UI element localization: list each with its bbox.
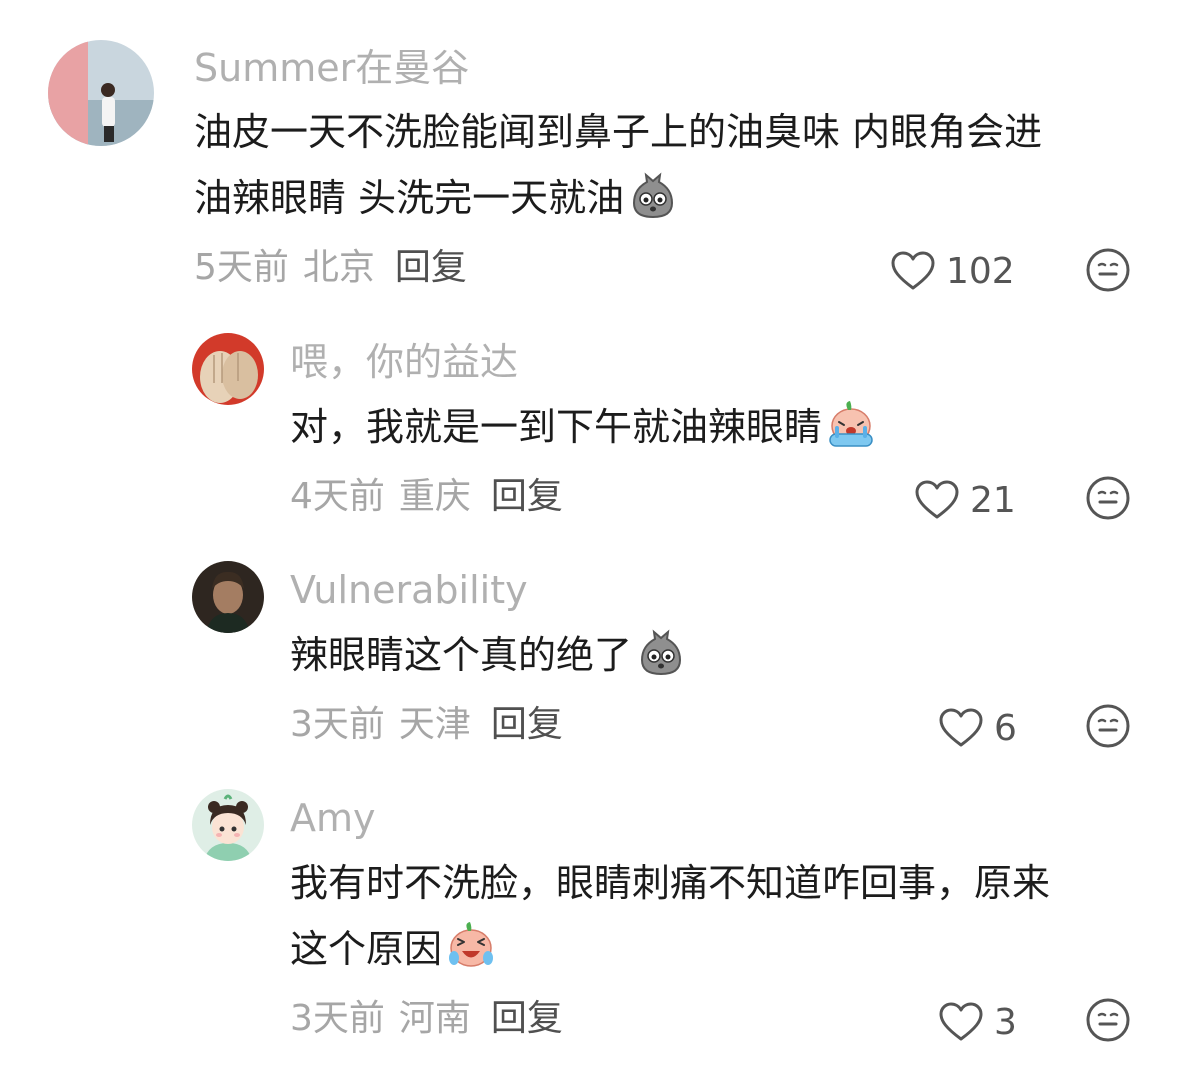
location: 重庆 [398, 476, 471, 517]
location: 天津 [398, 704, 471, 745]
heart-icon [938, 1001, 984, 1043]
meh-face-icon [1086, 704, 1130, 748]
comment-text-line: 这个原因 [290, 916, 1050, 982]
meh-face-icon [1086, 476, 1130, 520]
timestamp: 4天前 [290, 476, 385, 517]
dislike-button[interactable] [1085, 703, 1131, 749]
username[interactable]: Vulnerability [290, 565, 528, 615]
username[interactable]: Amy [290, 793, 376, 843]
sack-face-emoji [634, 624, 688, 678]
timestamp: 3天前 [290, 704, 385, 745]
reply-button[interactable]: 回复 [491, 998, 563, 1039]
dislike-button[interactable] [1085, 997, 1131, 1043]
comment-text: 油皮一天不洗脸能闻到鼻子上的油臭味 内眼角会进 油辣眼睛 头洗完一天就油 [194, 99, 1042, 231]
avatar[interactable] [192, 333, 264, 405]
comment-thread: Summer在曼谷 油皮一天不洗脸能闻到鼻子上的油臭味 内眼角会进 油辣眼睛 头… [0, 0, 1179, 1071]
laughing-tears-peach-emoji [444, 918, 498, 972]
comment-text-segment: 油辣眼睛 头洗完一天就油 [194, 176, 625, 220]
dislike-button[interactable] [1085, 475, 1131, 521]
like-count: 102 [946, 250, 1015, 292]
timestamp: 5天前 [194, 247, 289, 288]
like-count: 3 [994, 1001, 1017, 1043]
heart-icon [890, 250, 936, 292]
like-button[interactable]: 21 [914, 475, 1016, 525]
heart-icon [914, 479, 960, 521]
comment-text: 我有时不洗脸，眼睛刺痛不知道咋回事，原来 这个原因 [290, 850, 1050, 982]
sack-face-emoji [626, 167, 680, 221]
comment-text: 辣眼睛这个真的绝了 [290, 622, 688, 688]
like-button[interactable]: 6 [938, 703, 1017, 753]
username[interactable]: Summer在曼谷 [194, 43, 469, 93]
like-count: 21 [970, 479, 1016, 521]
comment-text-segment: 对，我就是一到下午就油辣眼睛 [290, 405, 823, 449]
like-button[interactable]: 102 [890, 246, 1015, 296]
reply-button[interactable]: 回复 [491, 476, 563, 517]
comment-text-segment: 这个原因 [290, 927, 443, 971]
comment-text-segment: 辣眼睛这个真的绝了 [290, 633, 633, 677]
comment-text-line: 辣眼睛这个真的绝了 [290, 622, 688, 688]
avatar[interactable] [192, 561, 264, 633]
reply-button[interactable]: 回复 [395, 247, 467, 288]
timestamp: 3天前 [290, 998, 385, 1039]
comment-meta: 3天前 天津 回复 [290, 700, 563, 750]
reply-button[interactable]: 回复 [491, 704, 563, 745]
comment-text-line: 我有时不洗脸，眼睛刺痛不知道咋回事，原来 [290, 861, 1051, 905]
avatar[interactable] [192, 789, 264, 861]
avatar[interactable] [48, 40, 154, 146]
like-count: 6 [994, 707, 1017, 749]
location: 河南 [398, 998, 471, 1039]
comment-text-line: 油皮一天不洗脸能闻到鼻子上的油臭味 内眼角会进 [194, 110, 1043, 154]
comment-meta: 5天前 北京 回复 [194, 243, 467, 293]
dislike-button[interactable] [1085, 247, 1131, 293]
comment-text-line: 油辣眼睛 头洗完一天就油 [194, 165, 1042, 231]
location: 北京 [302, 247, 375, 288]
comment-text: 对，我就是一到下午就油辣眼睛 [290, 394, 878, 460]
meh-face-icon [1086, 248, 1130, 292]
like-button[interactable]: 3 [938, 997, 1017, 1047]
username[interactable]: 喂，你的益达 [290, 337, 518, 387]
comment-meta: 3天前 河南 回复 [290, 994, 563, 1044]
heart-icon [938, 707, 984, 749]
crying-peach-emoji [824, 396, 878, 450]
comment-meta: 4天前 重庆 回复 [290, 472, 563, 522]
comment-text-line: 对，我就是一到下午就油辣眼睛 [290, 394, 878, 460]
meh-face-icon [1086, 998, 1130, 1042]
